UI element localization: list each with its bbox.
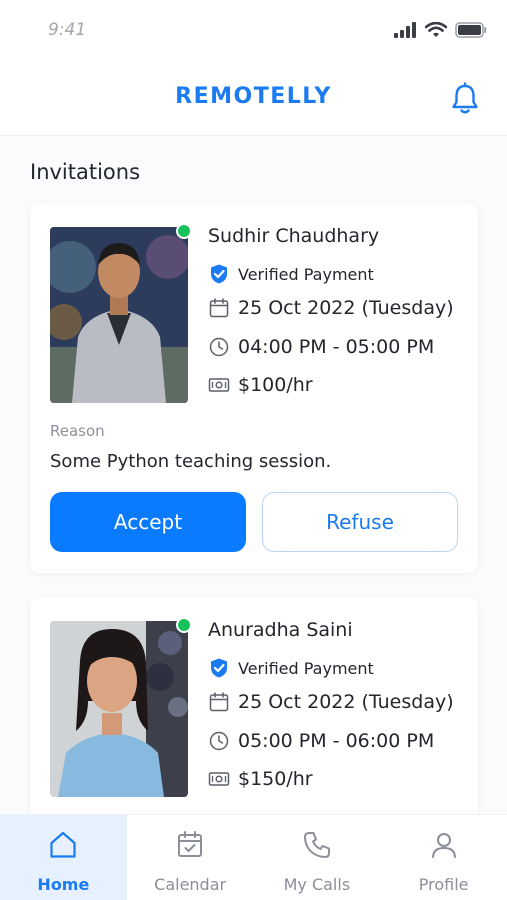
signal-icon [394,22,416,38]
calendar-icon [209,298,229,318]
avatar [50,621,188,797]
cash-icon [208,772,230,786]
session-time: 04:00 PM - 05:00 PM [208,336,434,358]
tab-my-calls[interactable]: My Calls [254,815,381,900]
tab-label: My Calls [283,875,351,894]
tab-label: Profile [418,875,469,894]
refuse-button[interactable]: Refuse [262,492,458,552]
reason-label: Reason [50,422,105,440]
clock-icon [209,337,229,357]
status-time: 9:41 [48,20,87,40]
section-title: Invitations [30,160,141,184]
tab-label: Calendar [154,875,227,894]
invitation-card: Sudhir Chaudhary Verified Payment 25 Oct… [30,203,478,573]
verified-label: Verified Payment [238,264,374,284]
user-icon [431,833,456,858]
time-text: 04:00 PM - 05:00 PM [238,336,435,358]
rate-text: $100/hr [238,374,313,396]
verified-payment: Verified Payment [208,657,374,679]
verified-shield-icon [211,658,227,678]
home-icon [50,831,76,858]
calendar-icon [209,692,229,712]
online-status-dot [176,223,192,239]
bottom-tab-bar: Home Calendar My Calls Profile [0,814,507,900]
verified-shield-icon [211,264,227,284]
avatar [50,227,188,403]
wifi-icon [425,22,447,37]
verified-label: Verified Payment [238,658,374,678]
battery-icon [455,22,487,38]
cash-icon [208,378,230,392]
tab-profile[interactable]: Profile [380,815,507,900]
time-text: 05:00 PM - 06:00 PM [238,730,435,752]
rate-text: $150/hr [238,768,313,790]
status-icons [393,22,487,38]
session-date: 25 Oct 2022 (Tuesday) [208,297,454,319]
session-rate: $150/hr [208,768,313,790]
app-header: REMOTELLY [0,62,507,136]
invitee-name: Anuradha Saini [208,619,353,641]
reason-text: Some Python teaching session. [50,451,332,472]
calendar-icon [178,831,203,857]
online-status-dot [176,617,192,633]
tab-home[interactable]: Home [0,815,127,900]
session-rate: $100/hr [208,374,313,396]
date-text: 25 Oct 2022 (Tuesday) [238,691,454,713]
app-logo: REMOTELLY [175,84,332,109]
invitee-name: Sudhir Chaudhary [208,225,380,247]
phone-icon [303,832,330,858]
tab-calendar[interactable]: Calendar [127,815,254,900]
notification-bell-icon[interactable] [449,82,481,116]
status-bar: 9:41 [0,0,507,62]
session-date: 25 Oct 2022 (Tuesday) [208,691,454,713]
accept-button[interactable]: Accept [50,492,246,552]
session-time: 05:00 PM - 06:00 PM [208,730,434,752]
verified-payment: Verified Payment [208,263,374,285]
clock-icon [209,731,229,751]
tab-label: Home [37,875,90,894]
date-text: 25 Oct 2022 (Tuesday) [238,297,454,319]
